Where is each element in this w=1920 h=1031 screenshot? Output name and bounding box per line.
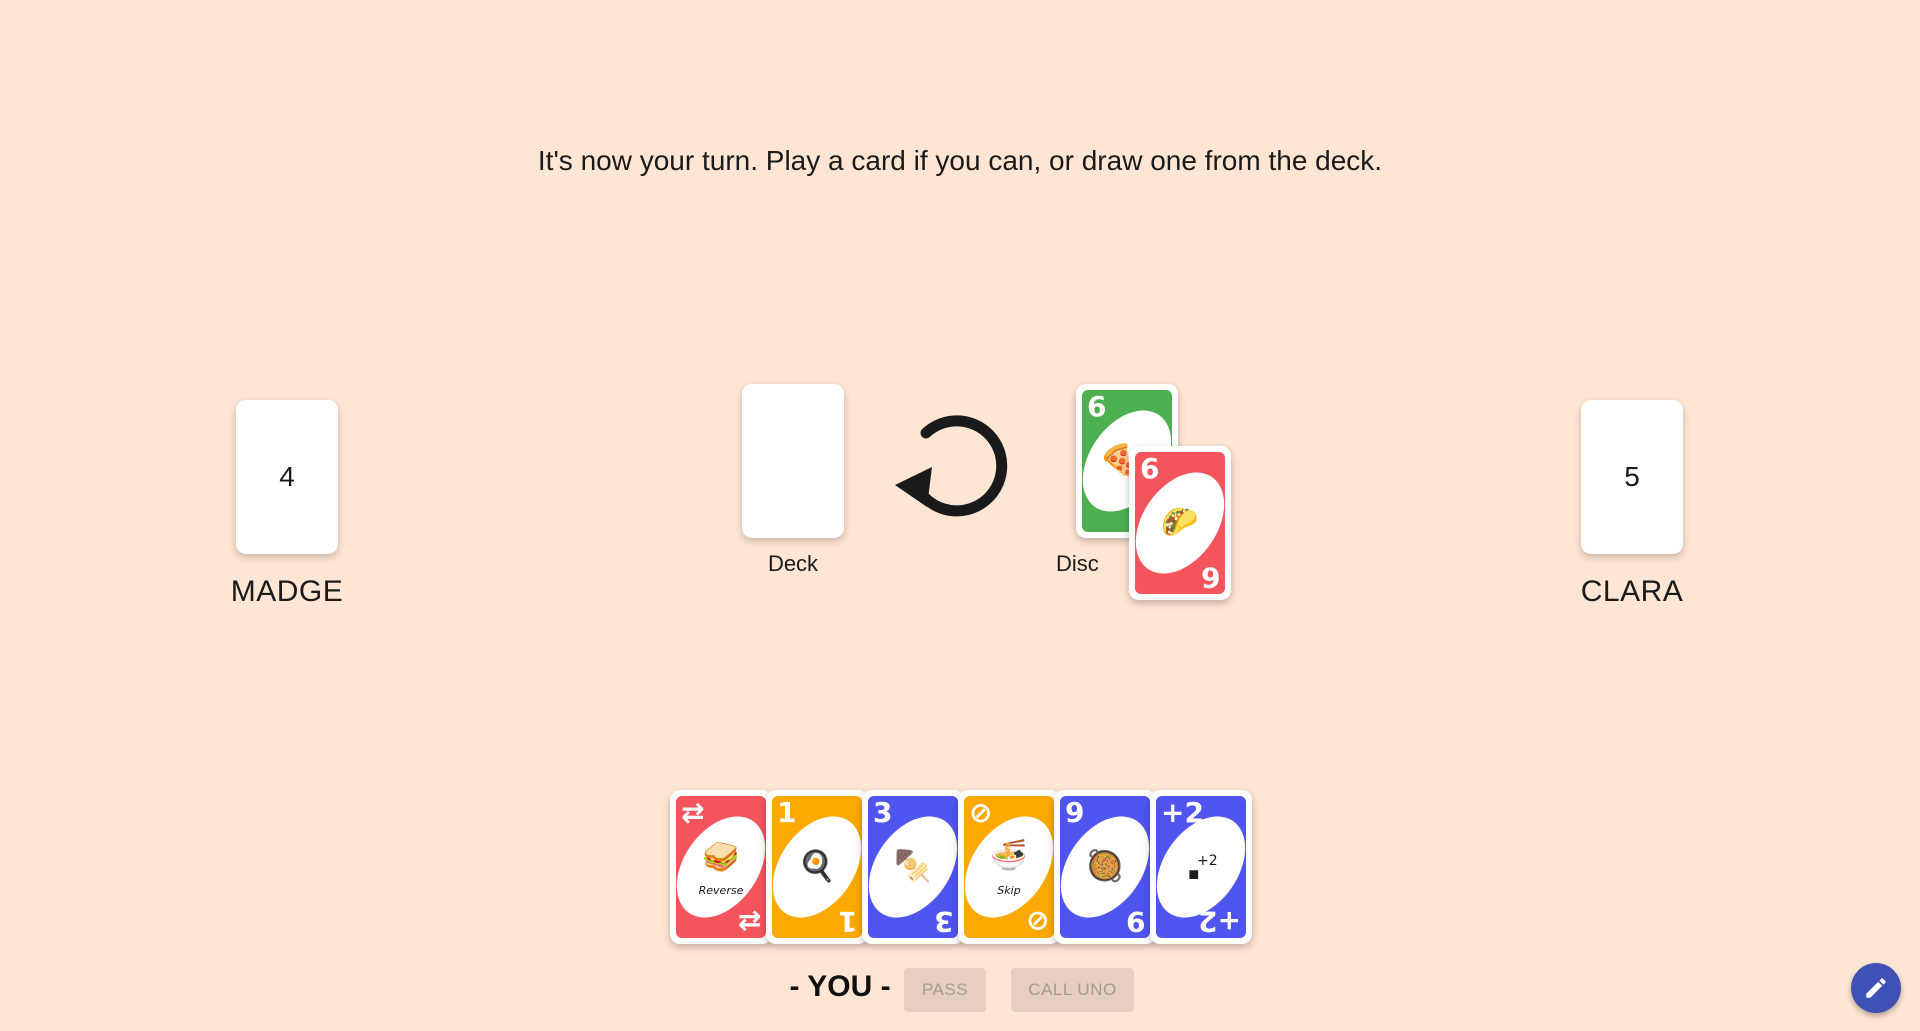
hand-card-5-face: 9 9 🥘 [1060,796,1150,938]
card-corner-value: ⊘ [969,796,993,829]
rotate-counterclockwise-icon [895,415,1008,517]
fried-egg-icon: 🍳 [798,850,836,883]
opponent-clara-hand: 5 [1581,400,1683,554]
card-corner-value: 1 [777,796,797,829]
hand-card-2-face: 1 1 🍳 [772,796,862,938]
card-corner-value: 6 [1087,390,1107,423]
hand-card-2[interactable]: 1 1 🍳 [766,790,868,944]
card-corner-value: 6 [1140,452,1160,485]
opponent-madge-card-count: 4 [279,461,295,492]
discard-label: Disc [1056,551,1099,576]
opponent-clara-card-count: 5 [1624,461,1640,492]
discard-card-top: 6 6 🌮 [1129,446,1231,600]
discard-card-top-face: 6 6 🌮 [1135,452,1225,594]
opponent-madge-name: MADGE [230,575,344,608]
card-corner-value: 9 [1065,796,1085,829]
player-label: - YOU - [789,970,891,1003]
card-corner-value-bottom: +2 [1198,905,1241,938]
hand-card-4-face: ⊘ ⊘ 🍜 Skip [964,796,1054,938]
card-caption: +2 [1196,852,1218,869]
card-caption: Skip [997,884,1021,898]
card-corner-value: ⇄ [681,796,705,829]
status-message: It's now your turn. Play a card if you c… [537,145,1383,176]
hand-card-6-face: +2 +2 ■ +2 [1156,796,1246,938]
card-corner-value: 3 [873,796,893,829]
sandwich-icon: 🥪 [702,841,740,875]
card-corner-value-bottom: 1 [837,905,857,938]
noodle-bowl-icon: 🍜 [990,838,1028,872]
wok-icon: 🥘 [1086,850,1124,883]
card-corner-value: +2 [1161,796,1204,829]
card-caption: Reverse [698,884,744,898]
taco-icon: 🌮 [1161,506,1199,539]
card-corner-value-bottom: 6 [1200,561,1220,594]
deck-label: Deck [767,551,819,576]
pencil-icon [1866,978,1886,998]
hand-card-6[interactable]: +2 +2 ■ +2 [1150,790,1252,944]
call-uno-button[interactable]: CALL UNO [1011,968,1134,1012]
edit-fab-button[interactable] [1851,963,1901,1013]
hand-card-3-face: 3 3 🍢 [868,796,958,938]
pass-button[interactable]: PASS [904,968,986,1012]
card-corner-value-bottom: 9 [1125,905,1145,938]
card-corner-value-bottom: ⇄ [737,905,761,938]
hand-card-4[interactable]: ⊘ ⊘ 🍜 Skip [958,790,1060,944]
hand-card-3[interactable]: 3 3 🍢 [862,790,964,944]
card-corner-value-bottom: ⊘ [1025,905,1049,938]
opponent-clara-name: CLARA [1580,575,1684,608]
hand-card-1-face: ⇄ ⇄ 🥪 Reverse [676,796,766,938]
game-board: It's now your turn. Play a card if you c… [0,0,1920,1031]
hand-card-1[interactable]: ⇄ ⇄ 🥪 Reverse [670,790,772,944]
card-corner-value-bottom: 3 [933,905,953,938]
hand-card-5[interactable]: 9 9 🥘 [1054,790,1156,944]
opponent-madge-hand: 4 [236,400,338,554]
skewer-icon: 🍢 [894,850,932,883]
draw-deck[interactable] [742,384,844,538]
player-hand: ⇄ ⇄ 🥪 Reverse 1 1 🍳 3 3 🍢 ⊘ ⊘ 🍜 Skip 9 9… [670,790,1260,950]
